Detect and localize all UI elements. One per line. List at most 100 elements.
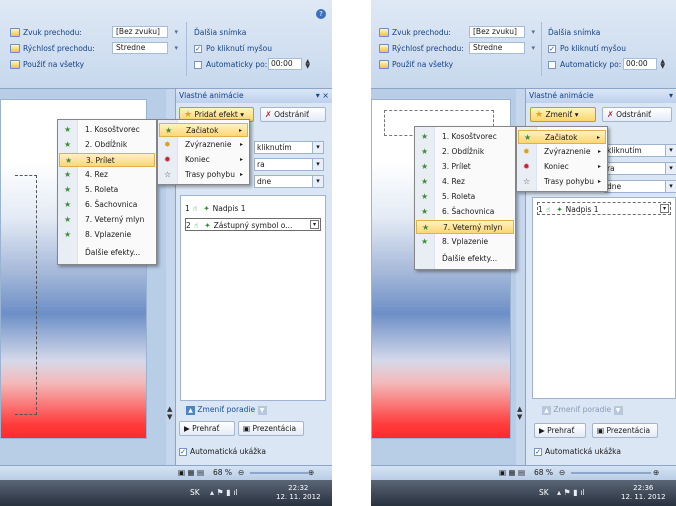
view-buttons-icon[interactable]: ▣ ▦ ▤ — [178, 468, 204, 477]
category-menu: ★ Začiatok ▸ ✸ Zvýraznenie ▸ ✹ Koniec ▸ ☆ Trasy… — [157, 119, 250, 185]
zoom-out-icon[interactable]: ⊖ — [559, 468, 565, 477]
zoom-out-icon[interactable]: ⊖ — [238, 468, 244, 477]
menu-item-effect[interactable]: ★ 5. Roleta — [416, 190, 514, 204]
on-click-checkbox[interactable]: ✓ Po kliknutí myšou — [548, 42, 626, 55]
play-button[interactable]: ▶ Prehrať — [534, 423, 586, 438]
start-field[interactable]: kliknutím ▾ — [254, 141, 324, 154]
transition-speed-label: Rýchlosť prechodu: — [10, 42, 95, 55]
mouse-icon: ☝ — [192, 204, 198, 213]
transition-speed-dropdown[interactable]: Stredne — [469, 42, 535, 54]
placeholder-outline[interactable] — [15, 175, 37, 415]
ribbon: ? Zvuk prechodu: [Bez zvuku] Rýchlosť pr… — [0, 0, 332, 89]
menu-item-emphasis[interactable]: ✸ Zvýraznenie ▸ — [518, 145, 606, 159]
auto-preview-checkbox[interactable]: ✓ Automatická ukážka — [534, 447, 621, 456]
property-field[interactable]: ra ▾ — [604, 162, 676, 175]
auto-after-checkbox[interactable]: Automaticky po: — [548, 58, 621, 71]
start-field[interactable]: kliknutím ▾ — [604, 144, 676, 157]
menu-item-effect[interactable]: ★ 8. Vplazenie — [416, 235, 514, 249]
menu-item-exit[interactable]: ✹ Koniec ▸ — [159, 153, 248, 167]
menu-item-effect[interactable]: ★ 8. Vplazenie — [59, 228, 155, 242]
speed-icon — [379, 44, 389, 53]
status-bar: ▣ ▦ ▤ 68 % ⊖ ⊕ — [371, 465, 676, 480]
apply-all-button[interactable]: Použiť na všetky — [379, 58, 453, 71]
slideshow-button[interactable]: ▣ Prezentácia — [592, 423, 658, 438]
language-indicator[interactable]: SK — [190, 488, 200, 497]
menu-item-effect[interactable]: ★ 7. Veterný mlyn — [416, 220, 514, 234]
menu-item-effect[interactable]: ★ 3. Prílet — [416, 160, 514, 174]
menu-item-effect[interactable]: ★ 1. Kosoštvorec — [416, 130, 514, 144]
menu-item-effect[interactable]: ★ 7. Veterný mlyn — [59, 213, 155, 227]
menu-item-entrance[interactable]: ★ Začiatok ▸ — [159, 123, 248, 137]
speed-field[interactable]: dne ▾ — [254, 175, 324, 188]
animation-list[interactable]: 1 ☝ ✦ Nadpis 1 2 ☝ ✦ Zástupný symbol o... ▾ — [180, 195, 326, 401]
menu-item-motion-paths[interactable]: ☆ Trasy pohybu ▸ — [159, 168, 248, 182]
effect-icon: ✦ — [203, 204, 210, 213]
list-item[interactable]: 1 ☝ ✦ Nadpis 1 — [185, 202, 321, 215]
menu-item-emphasis[interactable]: ✸ Zvýraznenie ▸ — [159, 138, 248, 152]
menu-item-more-effects[interactable]: Ďalšie efekty... — [416, 252, 514, 266]
menu-item-entrance[interactable]: ★ Začiatok ▸ — [518, 130, 606, 144]
menu-item-effect[interactable]: ★ 4. Rez — [416, 175, 514, 189]
clock[interactable]: 22:36 12. 11. 2012 — [621, 484, 666, 502]
menu-item-effect[interactable]: ★ 2. Obdĺžnik — [59, 138, 155, 152]
mouse-icon: ☝ — [545, 205, 551, 214]
auto-time-input[interactable]: 00:00 ▲ ▼ — [268, 58, 310, 70]
menu-item-effect[interactable]: ★ 6. Šachovnica — [59, 198, 155, 212]
menu-item-effect[interactable]: ★ 3. Prílet — [59, 153, 155, 167]
move-up-icon: ▲ — [186, 406, 195, 415]
category-menu: ★ Začiatok ▸ ✸ Zvýraznenie ▸ ✹ Koniec ▸ ☆ Trasy… — [516, 126, 608, 192]
remove-button[interactable]: ✗ Odstrániť — [602, 107, 672, 122]
change-button[interactable]: ★ Zmeniť ▾ — [530, 107, 596, 122]
pane-menu-icon[interactable]: ▾ — [669, 89, 673, 103]
menu-item-more-effects[interactable]: Ďalšie efekty... — [59, 246, 155, 260]
help-icon[interactable]: ? — [316, 9, 326, 19]
speed-field[interactable]: dne ▾ — [604, 180, 676, 193]
auto-preview-checkbox[interactable]: ✓ Automatická ukážka — [179, 447, 266, 456]
zoom-slider[interactable] — [571, 472, 651, 474]
slideshow-button[interactable]: ▣ Prezentácia — [238, 421, 304, 436]
reorder-control[interactable]: ▲ Zmeniť poradie ▼ — [186, 405, 267, 415]
tray-icons[interactable]: ▴ ⚑ ▮ ıl — [210, 488, 238, 497]
transition-sound-dropdown[interactable]: [Bez zvuku] — [112, 26, 178, 38]
speed-icon — [10, 44, 20, 53]
mouse-icon: ☝ — [193, 221, 199, 230]
menu-item-motion-paths[interactable]: ☆ Trasy pohybu ▸ — [518, 175, 606, 189]
reorder-control[interactable]: ▲ Zmeniť poradie ▼ — [542, 405, 623, 415]
animation-list[interactable]: 1 ☝ ✦ Nadpis 1 ▾ — [532, 197, 676, 399]
menu-item-effect[interactable]: ★ 5. Roleta — [59, 183, 155, 197]
transition-speed-label: Rýchlosť prechodu: — [379, 42, 464, 55]
next-slide-title: Ďalšia snímka — [194, 28, 247, 37]
zoom-in-icon[interactable]: ⊕ — [308, 468, 314, 477]
ribbon-separator — [541, 22, 542, 76]
play-button[interactable]: ▶ Prehrať — [179, 421, 235, 436]
menu-item-exit[interactable]: ✹ Koniec ▸ — [518, 160, 606, 174]
remove-button[interactable]: ✗ Odstrániť — [260, 107, 326, 122]
list-item[interactable]: 2 ☝ ✦ Zástupný symbol o... ▾ — [185, 218, 321, 231]
transition-sound-dropdown[interactable]: [Bez zvuku] — [469, 26, 535, 38]
transition-speed-dropdown[interactable]: Stredne — [112, 42, 178, 54]
screenshot-left: ? Zvuk prechodu: [Bez zvuku] Rýchlosť pr… — [0, 0, 332, 506]
menu-item-effect[interactable]: ★ 6. Šachovnica — [416, 205, 514, 219]
list-item[interactable]: 1 ☝ ✦ Nadpis 1 ▾ — [537, 202, 671, 215]
menu-item-effect[interactable]: ★ 1. Kosoštvorec — [59, 123, 155, 137]
property-field[interactable]: ra ▾ — [254, 158, 324, 171]
transition-sound-label: Zvuk prechodu: — [10, 26, 82, 39]
pane-title: Vlastné animácie ▾ — [526, 89, 676, 103]
on-click-checkbox[interactable]: ✓ Po kliknutí myšou — [194, 42, 272, 55]
view-buttons-icon[interactable]: ▣ ▦ ▤ — [499, 468, 525, 477]
language-indicator[interactable]: SK — [539, 488, 549, 497]
clock[interactable]: 22:32 12. 11. 2012 — [276, 484, 321, 502]
close-pane-icon[interactable]: ▾ × — [316, 89, 329, 103]
taskbar: SK ▴ ⚑ ▮ ıl 22:32 12. 11. 2012 — [0, 480, 332, 506]
screenshot-right: Zvuk prechodu: [Bez zvuku] Rýchlosť prec… — [371, 0, 676, 506]
tray-icons[interactable]: ▴ ⚑ ▮ ıl — [557, 488, 585, 497]
apply-all-button[interactable]: Použiť na všetky — [10, 58, 84, 71]
effects-menu: ★ 1. Kosoštvorec ★ 2. Obdĺžnik ★ 3. Prílet … — [414, 126, 516, 270]
auto-after-checkbox[interactable]: Automaticky po: — [194, 58, 267, 71]
zoom-slider[interactable] — [250, 472, 308, 474]
zoom-in-icon[interactable]: ⊕ — [653, 468, 659, 477]
menu-item-effect[interactable]: ★ 4. Rez — [59, 168, 155, 182]
transition-sound-label: Zvuk prechodu: — [379, 26, 451, 39]
menu-item-effect[interactable]: ★ 2. Obdĺžnik — [416, 145, 514, 159]
auto-time-input[interactable]: 00:00 ▲ ▼ — [623, 58, 665, 70]
